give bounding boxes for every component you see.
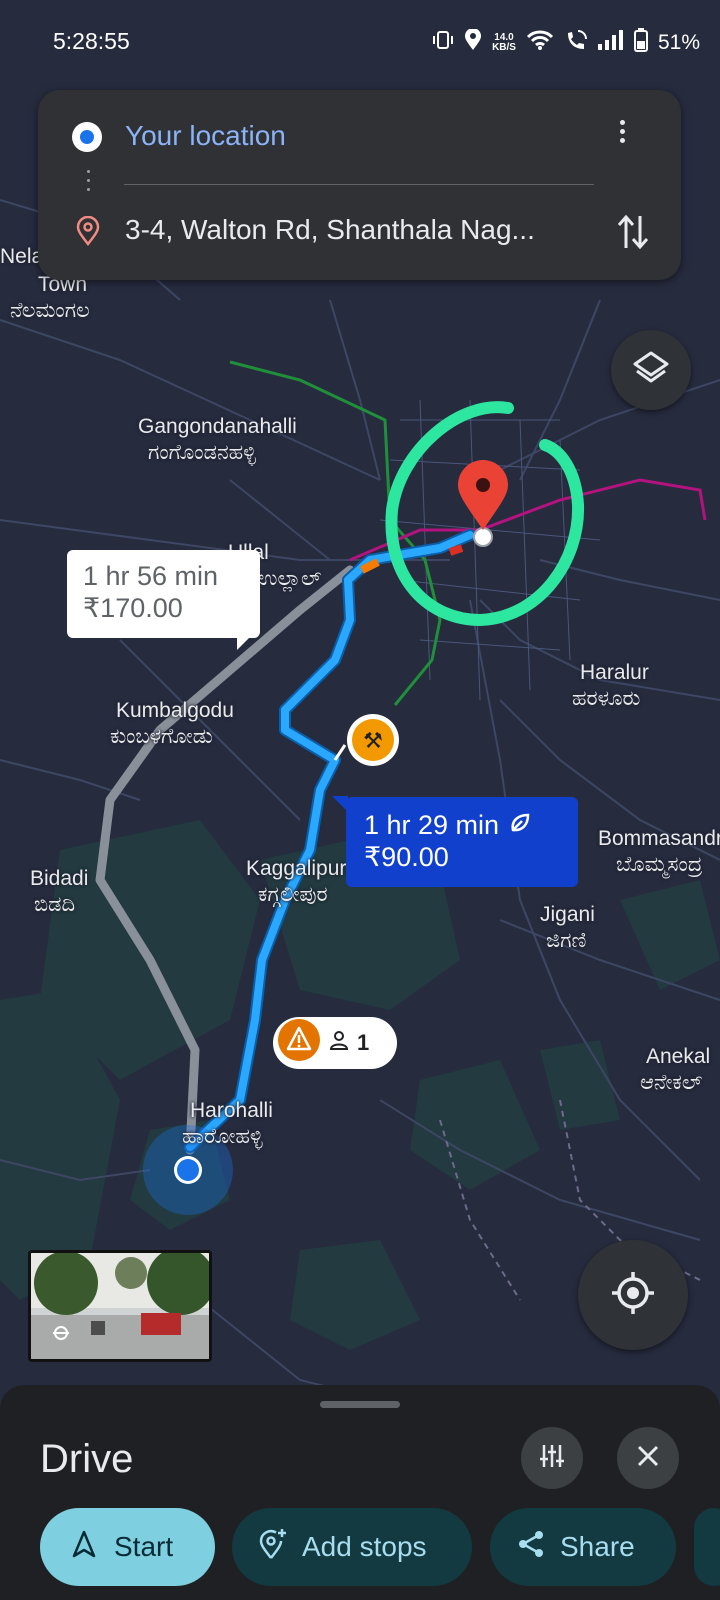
- network-speed: 14.0 KB/S: [492, 33, 516, 53]
- travel-mode-title: Drive: [40, 1437, 134, 1481]
- add-stops-label: Add stops: [302, 1531, 427, 1562]
- svg-text:⚒: ⚒: [363, 729, 383, 754]
- layers-button[interactable]: [611, 330, 691, 410]
- battery-percent: 51%: [657, 31, 700, 54]
- alternate-route-duration: 1 hr 56 min: [83, 561, 219, 591]
- destination-marker-icon: [76, 215, 100, 251]
- crosshair-icon: [609, 1269, 657, 1322]
- map-label-anekal: Anekal: [646, 1045, 711, 1068]
- drag-handle[interactable]: [320, 1401, 400, 1408]
- map-label-harohalli: Harohalli: [190, 1099, 273, 1122]
- sliders-icon: [538, 1442, 566, 1475]
- close-button[interactable]: [617, 1427, 679, 1489]
- map-label-kaggalipura: Kaggalipura: [246, 857, 359, 880]
- map-label-bidadi-kn: ಬಿಡದಿ: [34, 893, 76, 916]
- map-label-anekal-kn: ಆನೇಕಲ್: [640, 1071, 703, 1094]
- status-icons: 14.0 KB/S 51%: [432, 28, 700, 58]
- swap-icon[interactable]: [616, 212, 650, 257]
- bottom-sheet: Drive Start Add stops Share: [0, 1385, 720, 1600]
- start-button[interactable]: Start: [40, 1508, 215, 1586]
- my-location-button[interactable]: [578, 1240, 688, 1350]
- map-label-gangondanahalli-kn: ಗಂಗೊಂಡನಹಳ್ಳಿ: [148, 441, 256, 464]
- map-label-kumbalgodu-kn: ಕುಂಬಳಗೋಡು: [110, 725, 213, 748]
- navigation-arrow-icon: [72, 1530, 96, 1565]
- more-options-icon[interactable]: [616, 116, 628, 156]
- add-stop-pin-icon: [258, 1528, 288, 1567]
- incident-report-count: 1: [357, 1030, 370, 1055]
- alternate-route-toll: ₹170.00: [83, 593, 183, 623]
- origin-field[interactable]: Your location: [125, 120, 286, 152]
- origin-dot: [177, 1159, 199, 1181]
- route-connector-dots: [87, 170, 91, 202]
- network-speed-unit: KB/S: [492, 42, 516, 53]
- more-actions-button[interactable]: [694, 1508, 720, 1586]
- signal-icon: [597, 30, 624, 56]
- eco-leaf-icon: [509, 809, 531, 841]
- person-icon: [329, 1030, 349, 1056]
- origin-dot-icon: [72, 122, 102, 152]
- selected-route-toll: ₹90.00: [364, 842, 449, 872]
- vibrate-icon: [432, 29, 454, 57]
- directions-card: Your location 3-4, Walton Rd, Shanthala …: [38, 90, 681, 280]
- status-time: 5:28:55: [53, 28, 130, 54]
- status-bar: 5:28:55 14.0 KB/S 51%: [0, 0, 720, 80]
- share-icon: [516, 1529, 546, 1566]
- map-label-nela-kn: ನೆಲಮಂಗಲ: [10, 299, 90, 322]
- street-view-image: [31, 1253, 209, 1359]
- wifi-call-icon: [564, 29, 588, 57]
- incident-report-bubble[interactable]: 1: [273, 1017, 397, 1069]
- map-label-bommasandra: Bommasandra: [598, 827, 720, 850]
- map-label-gangondanahalli: Gangondanahalli: [138, 415, 297, 438]
- selected-route-bubble[interactable]: 1 hr 29 min ₹90.00: [332, 796, 578, 887]
- field-divider: [124, 184, 594, 185]
- destination-field[interactable]: 3-4, Walton Rd, Shanthala Nag...: [125, 214, 535, 246]
- share-label: Share: [560, 1531, 635, 1562]
- map-label-haralur: Haralur: [580, 661, 649, 684]
- map-label-bidadi: Bidadi: [30, 867, 89, 890]
- battery-icon: [633, 28, 648, 58]
- location-icon: [464, 28, 482, 57]
- start-button-label: Start: [114, 1531, 174, 1562]
- map-label-harohalli-kn: ಹಾರೋಹಳ್ಳಿ: [182, 1125, 263, 1148]
- map-label-bommasandra-kn: ಬೊಮ್ಮಸಂದ್ರ: [616, 853, 703, 876]
- map-label-nela: Nela: [0, 245, 44, 268]
- add-stops-button[interactable]: Add stops: [232, 1508, 472, 1586]
- map-label-haralur-kn: ಹರಳೂರು: [572, 687, 641, 710]
- map-label-ullal-kn: ಉಲ್ಲಾಲ್: [258, 567, 322, 590]
- street-view-thumbnail[interactable]: [28, 1250, 212, 1362]
- selected-route-duration: 1 hr 29 min: [364, 810, 500, 840]
- map-label-jigani-kn: ಜಿಗಣಿ: [546, 929, 587, 952]
- map-label-kumbalgodu: Kumbalgodu: [116, 699, 234, 722]
- route-options-button[interactable]: [521, 1427, 583, 1489]
- alternate-route-bubble[interactable]: 1 hr 56 min ₹170.00: [67, 550, 260, 650]
- map-label-jigani: Jigani: [540, 903, 595, 926]
- hazard-icon: [277, 1018, 321, 1068]
- close-icon: [636, 1444, 660, 1473]
- wifi-icon: [526, 29, 554, 57]
- share-button[interactable]: Share: [490, 1508, 676, 1586]
- map-label-kaggalipura-kn: ಕಗ್ಗಲೀಪುರ: [258, 883, 328, 906]
- layers-icon: [632, 349, 670, 392]
